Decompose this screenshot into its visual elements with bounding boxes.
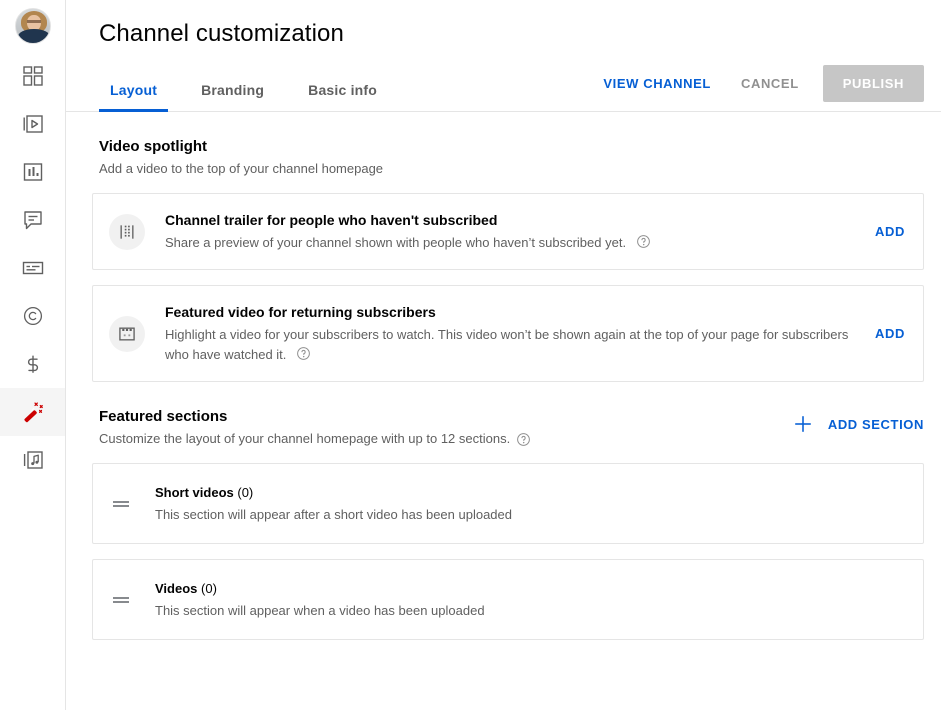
featured-video-icon-circle xyxy=(109,315,145,352)
channel-trailer-card: Channel trailer for people who haven't s… xyxy=(92,193,924,270)
sidebar-item-content[interactable] xyxy=(0,100,65,148)
film-strip-icon xyxy=(120,224,134,239)
sidebar-item-copyright[interactable] xyxy=(0,292,65,340)
featured-video-title: Featured video for returning subscribers xyxy=(165,304,436,320)
tab-branding[interactable]: Branding xyxy=(190,83,275,111)
section-row-videos: Videos (0) This section will appear when… xyxy=(92,559,924,640)
featured-video-description-text: Highlight a video for your subscribers t… xyxy=(165,327,849,362)
section-row-short-videos-body: Short videos (0) This section will appea… xyxy=(155,483,512,524)
help-icon[interactable] xyxy=(636,234,651,249)
tab-basic-info[interactable]: Basic info xyxy=(297,83,388,111)
section-row-videos-description: This section will appear when a video ha… xyxy=(155,603,485,618)
main-content: Channel customization Layout Branding Ba… xyxy=(66,0,941,710)
subtitles-icon xyxy=(22,261,43,275)
copyright-icon xyxy=(23,306,42,326)
sidebar-item-customization[interactable] xyxy=(0,388,65,436)
sidebar-item-subtitles[interactable] xyxy=(0,244,65,292)
avatar[interactable] xyxy=(14,8,51,44)
view-channel-button[interactable]: VIEW CHANNEL xyxy=(593,67,721,100)
sidebar-item-comments[interactable] xyxy=(0,196,65,244)
drag-handle-icon[interactable] xyxy=(109,492,133,516)
audio-library-music-icon xyxy=(23,451,43,469)
video-spotlight-title: Video spotlight xyxy=(99,138,208,155)
channel-trailer-title: Channel trailer for people who haven't s… xyxy=(165,212,498,228)
tab-bar: Layout Branding Basic info VIEW CHANNEL … xyxy=(66,64,941,112)
help-icon[interactable] xyxy=(516,432,531,447)
video-spotlight-subtitle: Add a video to the top of your channel h… xyxy=(99,160,924,178)
featured-video-description: Highlight a video for your subscribers t… xyxy=(165,325,855,365)
featured-video-body: Featured video for returning subscribers… xyxy=(165,302,857,365)
section-row-videos-count: (0) xyxy=(201,581,217,596)
content-video-icon xyxy=(23,115,43,133)
featured-video-card: Featured video for returning subscribers… xyxy=(92,285,924,382)
publish-button[interactable]: PUBLISH xyxy=(822,65,924,102)
cancel-button[interactable]: CANCEL xyxy=(731,67,809,100)
monetization-dollar-icon xyxy=(27,355,38,373)
comments-bubble-icon xyxy=(23,211,42,230)
channel-trailer-description-text: Share a preview of your channel shown wi… xyxy=(165,235,627,250)
featured-sections-title: Featured sections xyxy=(99,408,228,425)
sidebar xyxy=(0,0,66,710)
dashboard-icon xyxy=(22,66,43,86)
plus-icon xyxy=(795,416,811,432)
sidebar-item-analytics[interactable] xyxy=(0,148,65,196)
content-area: Video spotlight Add a video to the top o… xyxy=(66,112,941,640)
magic-wand-icon xyxy=(23,402,43,423)
video-spotlight-header: Video spotlight Add a video to the top o… xyxy=(99,112,924,178)
tabs: Layout Branding Basic info xyxy=(99,63,410,112)
video-spotlight-subtitle-text: Add a video to the top of your channel h… xyxy=(99,161,384,176)
tab-layout[interactable]: Layout xyxy=(99,83,169,112)
featured-video-icon xyxy=(119,327,135,340)
channel-trailer-body: Channel trailer for people who haven't s… xyxy=(165,210,857,253)
section-row-short-videos: Short videos (0) This section will appea… xyxy=(92,463,924,544)
channel-trailer-add-button[interactable]: ADD xyxy=(857,224,905,239)
channel-trailer-icon-circle xyxy=(109,213,145,250)
app-root: Channel customization Layout Branding Ba… xyxy=(0,0,941,710)
section-row-videos-name: Videos xyxy=(155,581,198,596)
featured-sections-subtitle-text: Customize the layout of your channel hom… xyxy=(99,431,511,446)
section-row-short-videos-count: (0) xyxy=(237,485,254,500)
section-row-short-videos-title: Short videos (0) xyxy=(155,483,512,502)
drag-handle-icon[interactable] xyxy=(109,588,133,612)
channel-trailer-description: Share a preview of your channel shown wi… xyxy=(165,233,855,253)
page-title: Channel customization xyxy=(99,20,344,47)
sidebar-item-dashboard[interactable] xyxy=(0,52,65,100)
featured-sections-subtitle: Customize the layout of your channel hom… xyxy=(99,430,531,448)
section-row-videos-body: Videos (0) This section will appear when… xyxy=(155,579,485,620)
section-row-short-videos-name: Short videos xyxy=(155,485,234,500)
sidebar-item-earn[interactable] xyxy=(0,340,65,388)
section-row-short-videos-description: This section will appear after a short v… xyxy=(155,507,512,522)
header-actions: VIEW CHANNEL CANCEL PUBLISH xyxy=(593,65,924,111)
add-section-button[interactable]: ADD SECTION xyxy=(792,407,924,435)
analytics-bar-chart-icon xyxy=(23,163,42,181)
featured-sections-header-text: Featured sections Customize the layout o… xyxy=(99,407,531,448)
sidebar-item-audio-library[interactable] xyxy=(0,436,65,484)
featured-sections-header: Featured sections Customize the layout o… xyxy=(99,382,924,448)
section-row-videos-title: Videos (0) xyxy=(155,579,485,598)
avatar-wrap xyxy=(0,0,65,52)
featured-video-add-button[interactable]: ADD xyxy=(857,326,905,341)
add-section-label: ADD SECTION xyxy=(827,416,924,432)
help-icon[interactable] xyxy=(296,346,311,361)
